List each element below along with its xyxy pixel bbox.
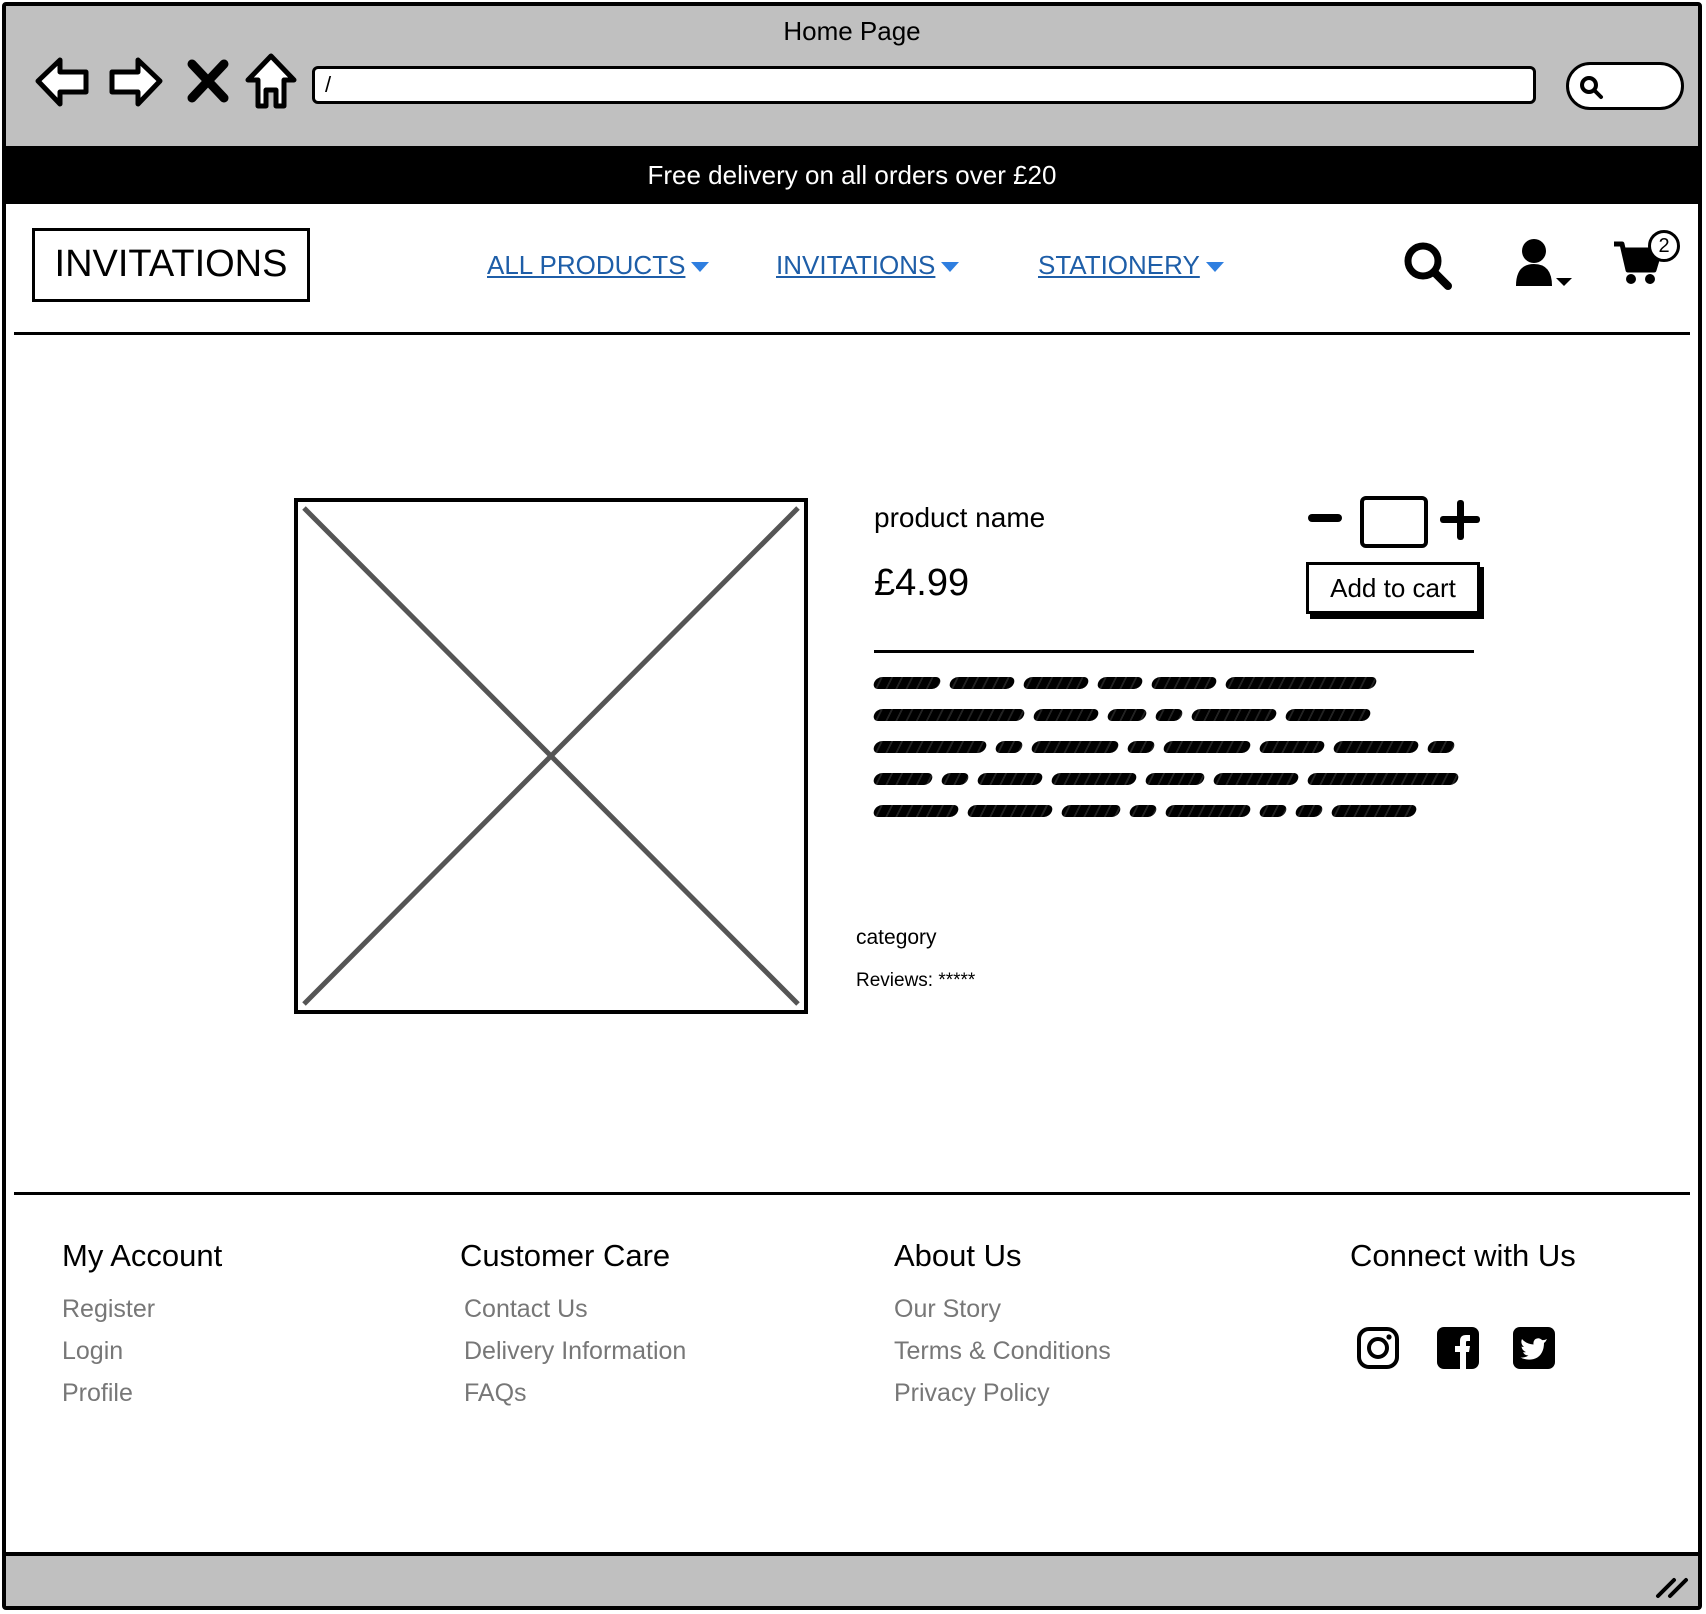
chevron-down-icon	[691, 262, 710, 273]
window-title: Home Page	[783, 16, 921, 46]
chevron-down-icon	[941, 262, 960, 273]
footer-column-account: My Account Register Login Profile	[62, 1238, 222, 1414]
nav-label: INVITATIONS	[776, 250, 936, 280]
nav-invitations[interactable]: INVITATIONS	[776, 250, 960, 281]
arrow-left-icon[interactable]	[32, 50, 94, 112]
footer-link-faqs[interactable]: FAQs	[464, 1372, 686, 1414]
footer-heading: About Us	[894, 1238, 1022, 1273]
footer-heading: Customer Care	[460, 1238, 671, 1273]
product-price: £4.99	[874, 562, 970, 604]
product-category: category	[856, 926, 937, 949]
product-image-placeholder	[294, 498, 808, 1014]
instagram-icon[interactable]	[1356, 1326, 1400, 1370]
footer-link-our-story[interactable]: Our Story	[894, 1288, 1111, 1330]
browser-search-field[interactable]	[1566, 62, 1684, 110]
footer-link-privacy[interactable]: Privacy Policy	[894, 1372, 1111, 1414]
footer-heading: Connect with Us	[1350, 1238, 1576, 1273]
description-divider	[874, 650, 1474, 653]
twitter-icon[interactable]	[1512, 1326, 1556, 1370]
product-name: product name	[874, 502, 1046, 533]
quantity-increment-button[interactable]	[1440, 500, 1480, 540]
footer-link-profile[interactable]: Profile	[62, 1372, 222, 1414]
nav-stationery[interactable]: STATIONERY	[1038, 250, 1224, 281]
browser-chrome: Home Page /	[6, 6, 1698, 146]
footer-link-login[interactable]: Login	[62, 1330, 222, 1372]
chevron-down-icon	[1205, 262, 1224, 273]
browser-status-bar	[6, 1552, 1698, 1606]
site-logo[interactable]: INVITATIONS	[32, 228, 310, 302]
footer-divider	[14, 1192, 1690, 1195]
close-icon[interactable]	[182, 50, 234, 112]
nav-all-products[interactable]: ALL PRODUCTS	[487, 250, 710, 281]
product-reviews: Reviews: *****	[856, 970, 976, 991]
nav-label: STATIONERY	[1038, 250, 1200, 280]
nav-label: ALL PRODUCTS	[487, 250, 686, 280]
browser-window: Home Page / Free delivery on all orders …	[2, 2, 1702, 1610]
footer-column-about: About Us Our Story Terms & Conditions Pr…	[894, 1238, 1111, 1414]
arrow-right-icon[interactable]	[104, 50, 166, 112]
footer-link-delivery-information[interactable]: Delivery Information	[464, 1330, 686, 1372]
promo-banner: Free delivery on all orders over £20	[6, 146, 1698, 204]
search-icon[interactable]	[1402, 240, 1454, 292]
facebook-icon[interactable]	[1436, 1326, 1480, 1370]
footer-heading: My Account	[62, 1238, 223, 1273]
footer-link-contact-us[interactable]: Contact Us	[464, 1288, 686, 1330]
home-icon[interactable]	[240, 50, 302, 112]
footer-link-terms[interactable]: Terms & Conditions	[894, 1330, 1111, 1372]
footer-column-customer-care: Customer Care Contact Us Delivery Inform…	[460, 1238, 686, 1414]
user-icon[interactable]	[1512, 238, 1576, 288]
footer-link-register[interactable]: Register	[62, 1288, 222, 1330]
quantity-decrement-button[interactable]	[1308, 514, 1342, 522]
quantity-input[interactable]	[1360, 496, 1428, 548]
url-bar[interactable]: /	[312, 66, 1536, 104]
resize-grip-icon[interactable]	[1654, 1570, 1690, 1600]
search-icon	[1580, 76, 1603, 99]
header-divider	[14, 332, 1690, 335]
product-description-placeholder	[872, 674, 1464, 834]
cart-count-badge: 2	[1648, 230, 1680, 262]
footer-column-connect: Connect with Us	[1350, 1238, 1576, 1288]
add-to-cart-button[interactable]: Add to cart	[1306, 562, 1480, 614]
